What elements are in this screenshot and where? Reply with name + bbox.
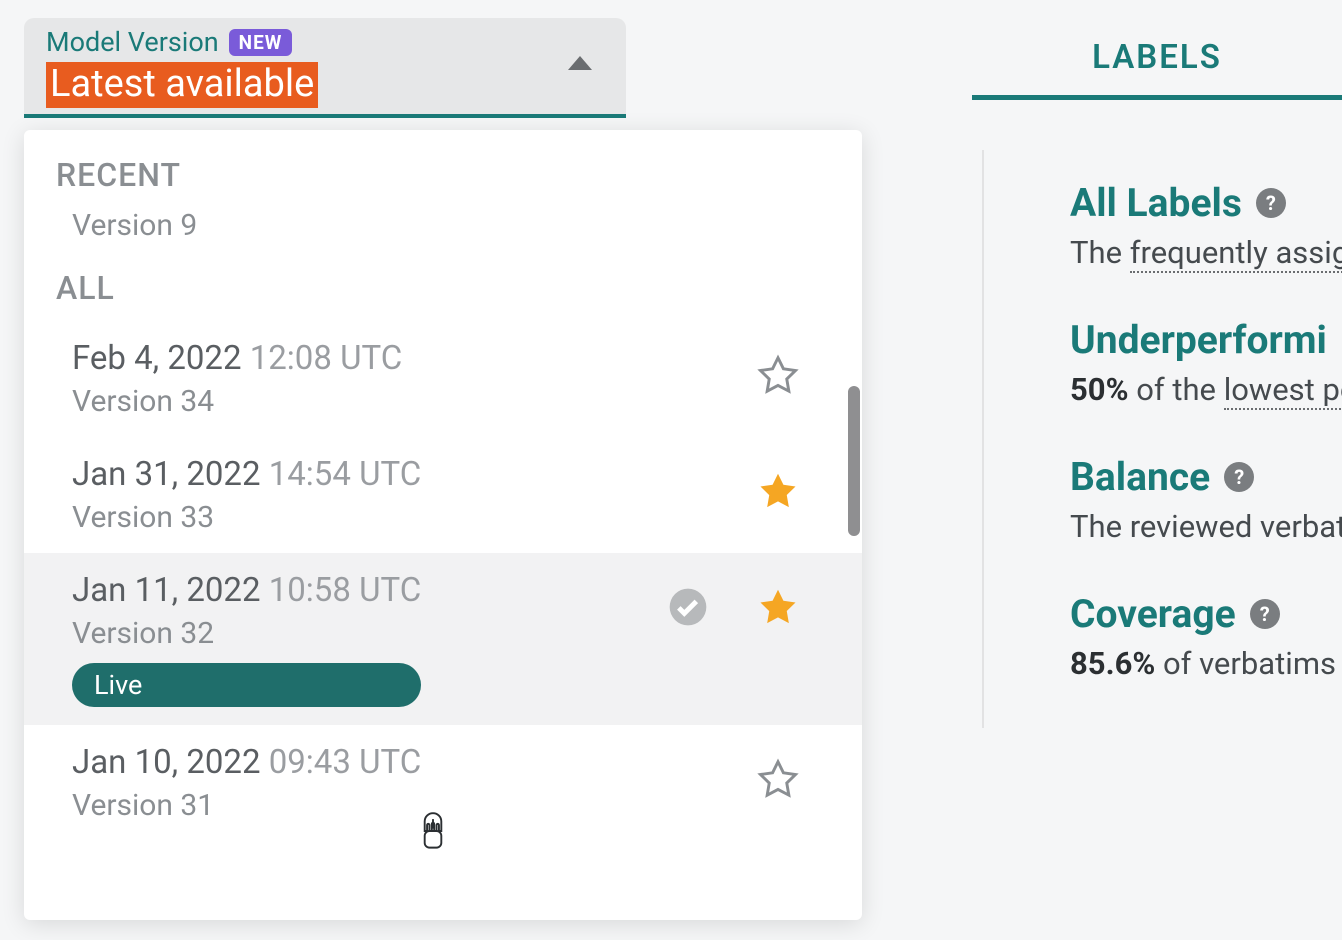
label-block-coverage: Coverage ? 85.6% of verbatims a [1070, 591, 1342, 682]
model-version-dropdown-trigger[interactable]: Model Version NEW Latest available [24, 18, 626, 118]
version-item[interactable]: Jan 31, 2022 14:54 UTC Version 33 [24, 437, 862, 553]
label-block-underperforming: Underperformi 50% of the lowest pe [1070, 317, 1342, 408]
label-desc: 50% of the lowest pe [1070, 371, 1342, 408]
tab-labels[interactable]: LABELS [972, 38, 1342, 100]
dropdown-label-row: Model Version NEW [46, 26, 604, 58]
star-icon[interactable] [756, 469, 800, 513]
version-list: Feb 4, 2022 12:08 UTC Version 34 Jan 31,… [24, 321, 862, 841]
help-icon[interactable]: ? [1224, 462, 1254, 492]
all-section-header: ALL [24, 265, 862, 321]
label-title: Underperformi [1070, 317, 1327, 363]
label-block-balance: Balance ? The reviewed verbati [1070, 454, 1342, 545]
label-block-all-labels: All Labels ? The frequently assign [1070, 180, 1342, 271]
version-item[interactable]: Feb 4, 2022 12:08 UTC Version 34 [24, 321, 862, 437]
recent-version-item[interactable]: Version 9 [24, 208, 862, 265]
new-badge: NEW [229, 29, 293, 56]
version-number: Version 32 [72, 616, 421, 651]
version-number: Version 31 [72, 788, 421, 823]
live-badge: Live [72, 663, 421, 707]
version-number: Version 33 [72, 500, 421, 535]
version-text: Jan 31, 2022 14:54 UTC Version 33 [72, 455, 421, 535]
model-version-dropdown-panel: RECENT Version 9 ALL Feb 4, 2022 12:08 U… [24, 130, 862, 920]
version-number: Version 34 [72, 384, 402, 419]
label-title: Coverage [1070, 591, 1236, 637]
star-icon[interactable] [756, 585, 800, 629]
help-icon[interactable]: ? [1250, 599, 1280, 629]
version-item[interactable]: Jan 11, 2022 10:58 UTC Version 32 Live [24, 553, 862, 725]
label-desc: 85.6% of verbatims a [1070, 645, 1342, 682]
label-title: Balance [1070, 454, 1210, 500]
star-icon[interactable] [756, 353, 800, 397]
version-date: Jan 31, 2022 14:54 UTC [72, 455, 421, 494]
labels-panel: All Labels ? The frequently assign Under… [982, 150, 1342, 728]
recent-section-header: RECENT [24, 152, 862, 208]
chevron-up-icon [568, 56, 592, 70]
version-text: Feb 4, 2022 12:08 UTC Version 34 [72, 339, 402, 419]
dropdown-label: Model Version [46, 26, 219, 58]
help-icon[interactable]: ? [1256, 188, 1286, 218]
version-item[interactable]: Jan 10, 2022 09:43 UTC Version 31 [24, 725, 862, 841]
dropdown-selected-value: Latest available [46, 62, 318, 108]
check-circle-icon [668, 587, 708, 627]
label-desc: The reviewed verbati [1070, 508, 1342, 545]
version-date: Feb 4, 2022 12:08 UTC [72, 339, 402, 378]
scrollbar-thumb[interactable] [848, 386, 860, 536]
version-date: Jan 11, 2022 10:58 UTC [72, 571, 421, 610]
version-text: Jan 11, 2022 10:58 UTC Version 32 Live [72, 571, 421, 707]
label-desc: The frequently assign [1070, 234, 1342, 271]
star-icon[interactable] [756, 757, 800, 801]
version-text: Jan 10, 2022 09:43 UTC Version 31 [72, 743, 421, 823]
label-title: All Labels [1070, 180, 1242, 226]
version-date: Jan 10, 2022 09:43 UTC [72, 743, 421, 782]
